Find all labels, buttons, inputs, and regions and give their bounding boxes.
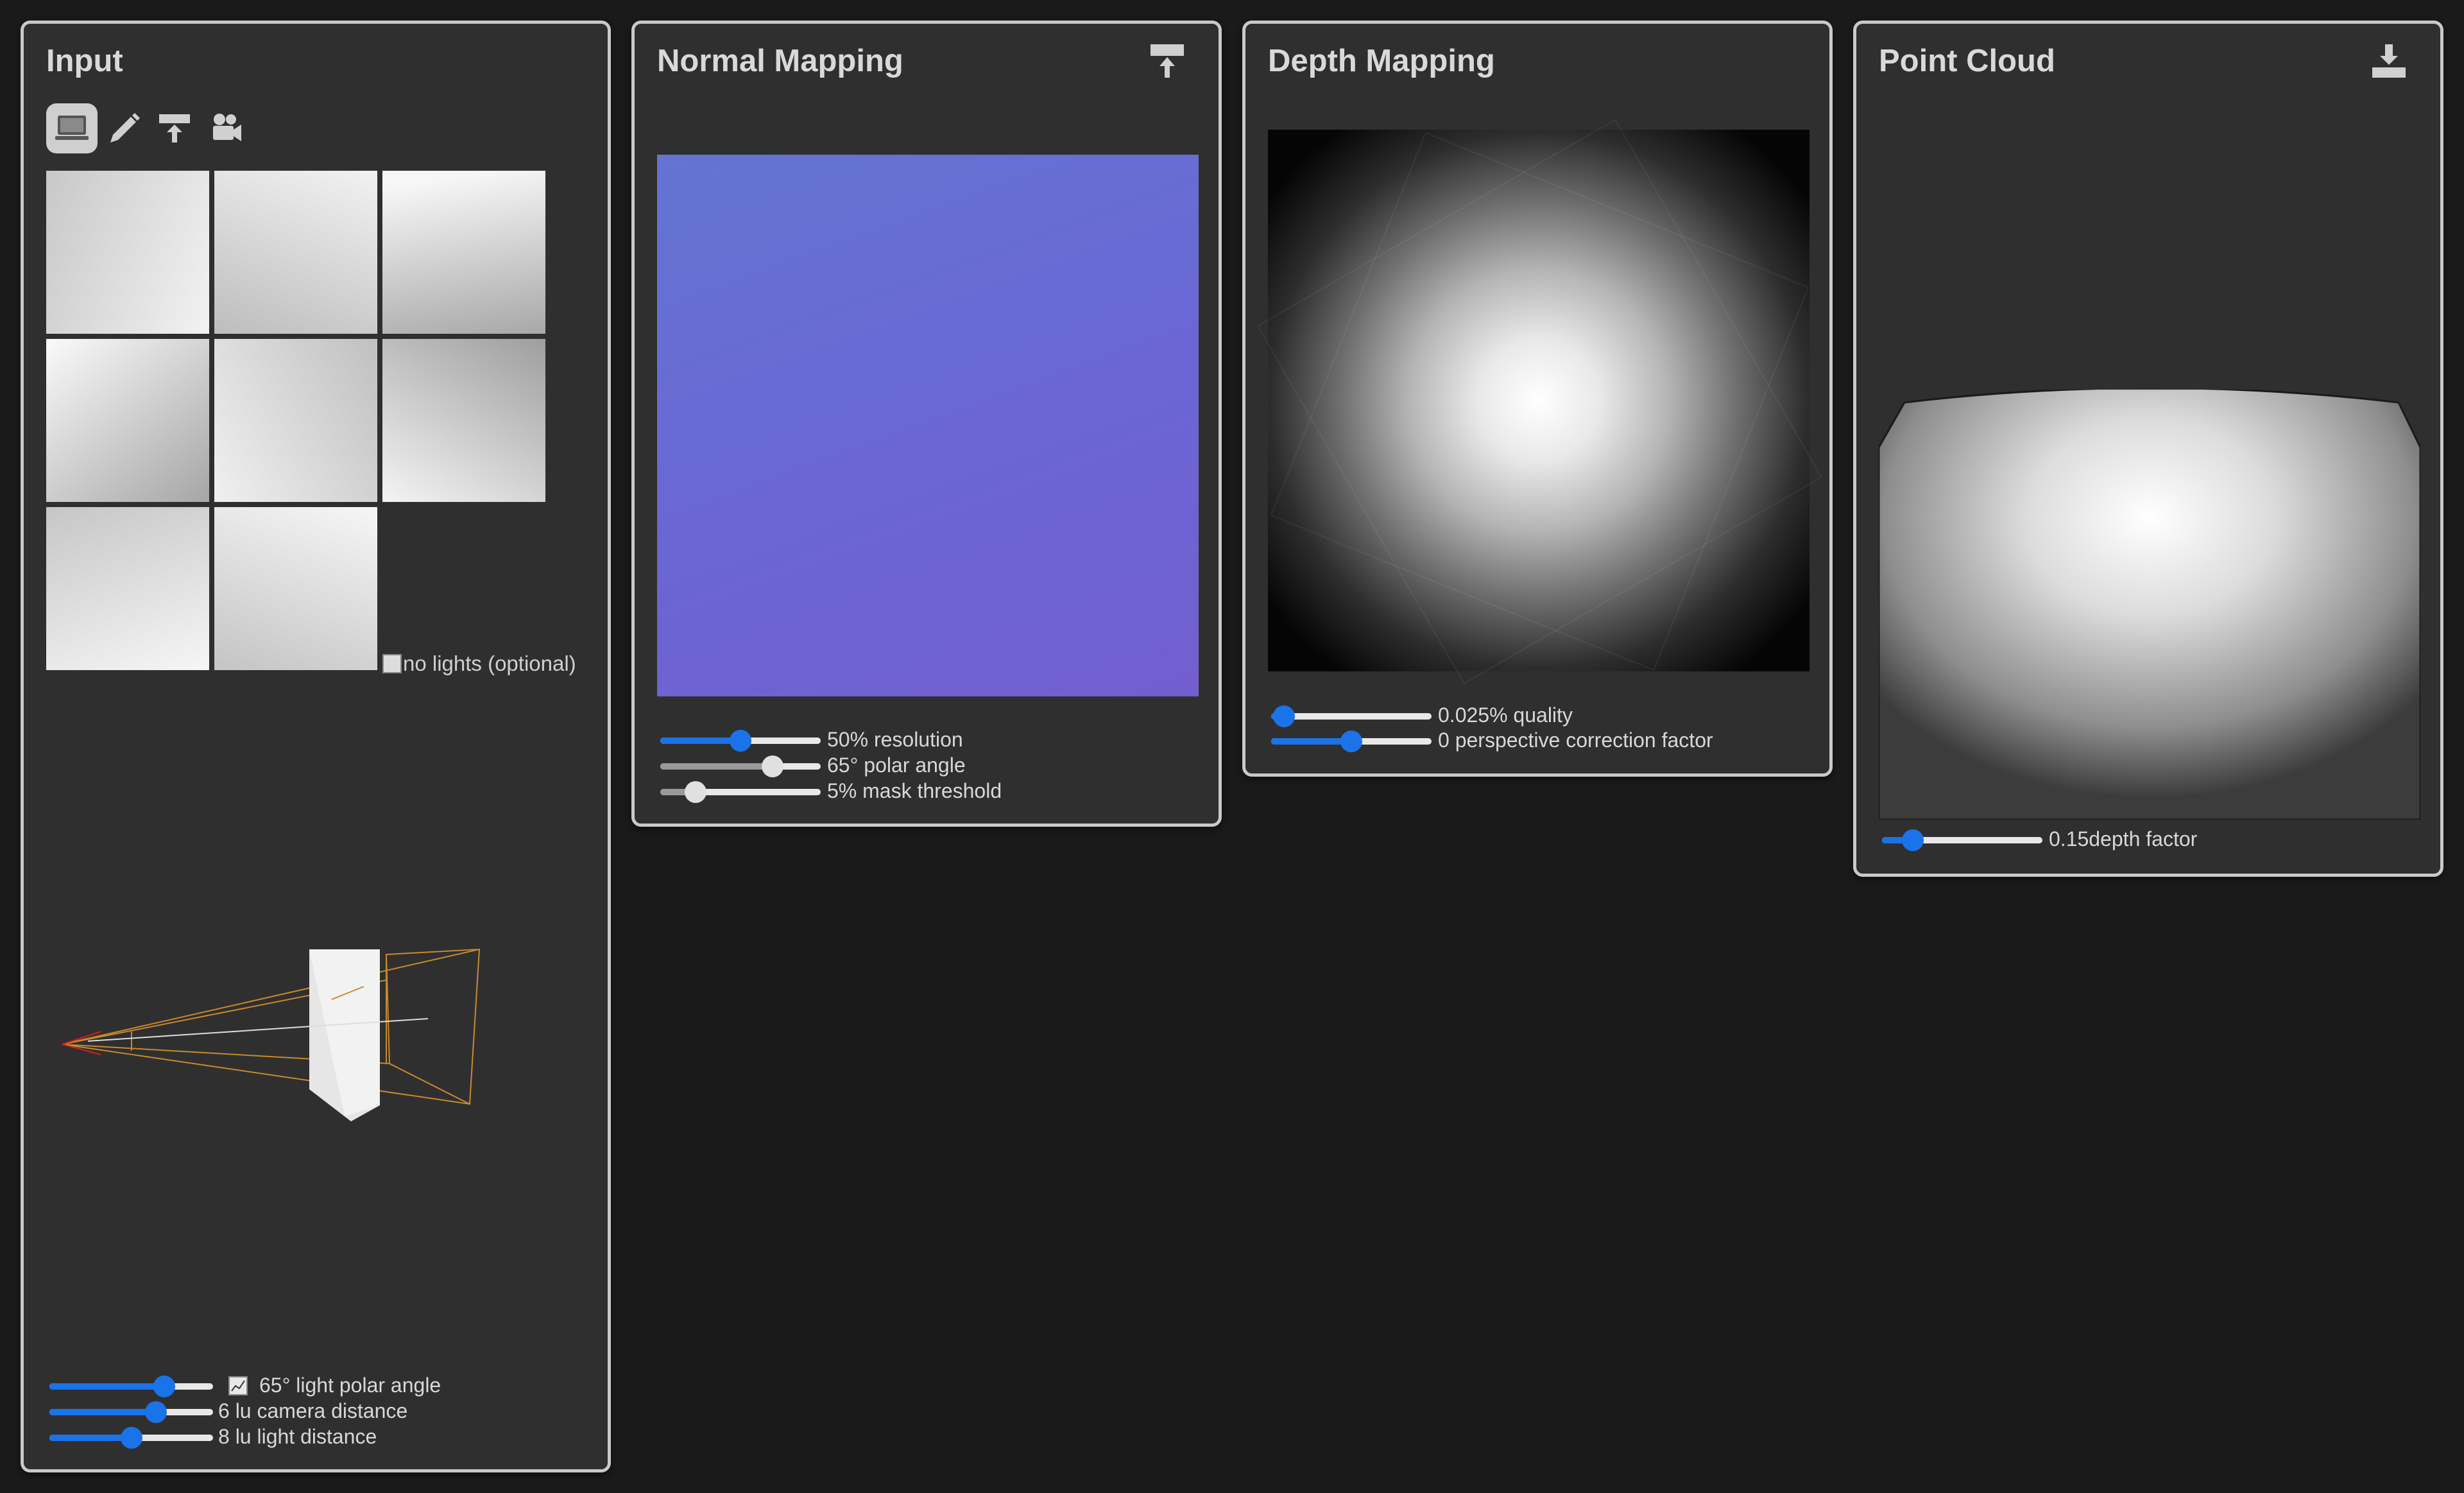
tool-camera-button[interactable] [200, 103, 252, 153]
normal-mapping-panel: Normal Mapping 50% resolution 65° polar … [631, 21, 1222, 827]
upload-icon [159, 114, 190, 142]
no-lights-label: no lights (optional) [403, 652, 576, 675]
light-thumbnail[interactable] [382, 171, 545, 334]
camera-scene-preview[interactable] [49, 935, 537, 1173]
depth-factor-label: 0.15depth factor [2049, 827, 2198, 850]
depth-mapping-panel: Depth Mapping 0.025% quality 0 perspecti… [1242, 21, 1833, 777]
resolution-slider[interactable] [660, 730, 821, 752]
light-thumbnail[interactable] [214, 507, 377, 670]
camera-distance-label: 6 lu camera distance [218, 1399, 408, 1422]
input-panel: Input no lights (optional) 65° light pol… [21, 21, 611, 1472]
tool-upload-button[interactable] [149, 103, 200, 153]
point-cloud-view[interactable] [1879, 390, 2420, 820]
upload-icon[interactable] [1148, 42, 1186, 80]
light-thumbnail[interactable] [214, 171, 377, 334]
camera-distance-slider[interactable] [49, 1401, 213, 1423]
panel-title: Normal Mapping [657, 44, 903, 78]
mask-threshold-label: 5% mask threshold [827, 779, 1002, 802]
mask-threshold-slider[interactable] [660, 781, 821, 803]
light-thumbnail[interactable] [382, 339, 545, 502]
point-cloud-panel: Point Cloud 0.15depth factor [1853, 21, 2443, 877]
perspective-correction-label: 0 perspective correction factor [1438, 729, 1713, 752]
light-thumbnail[interactable] [214, 339, 377, 502]
computer-icon [55, 116, 89, 140]
polar-angle-label: 65° polar angle [827, 754, 966, 777]
depth-factor-slider[interactable] [1882, 829, 2042, 851]
panel-title: Input [46, 44, 123, 78]
normal-map-image [657, 155, 1199, 696]
resolution-label: 50% resolution [827, 728, 963, 751]
light-distance-slider[interactable] [49, 1427, 213, 1449]
tool-computer-button[interactable] [46, 103, 98, 153]
quality-slider[interactable] [1271, 705, 1432, 727]
light-thumbnail[interactable] [46, 339, 209, 502]
polar-angle-slider[interactable] [660, 755, 821, 777]
light-polar-angle-slider[interactable] [49, 1376, 213, 1397]
light-thumbnail[interactable] [46, 507, 209, 670]
video-camera-icon [213, 114, 241, 141]
pencil-icon [110, 113, 140, 142]
perspective-correction-slider[interactable] [1271, 730, 1432, 752]
download-icon[interactable] [2370, 42, 2408, 80]
light-distance-label: 8 lu light distance [218, 1425, 377, 1448]
broken-image-icon [382, 654, 402, 673]
no-lights-image: no lights (optional) [382, 652, 576, 676]
light-polar-angle-label: 65° light polar angle [259, 1374, 441, 1397]
panel-title: Depth Mapping [1268, 44, 1495, 78]
panel-title: Point Cloud [1879, 44, 2055, 78]
quality-label: 0.025% quality [1438, 703, 1573, 727]
light-thumbnail[interactable] [46, 171, 209, 334]
tool-draw-button[interactable] [98, 103, 149, 153]
depth-map-image [1268, 130, 1810, 671]
chart-icon[interactable] [228, 1376, 248, 1396]
